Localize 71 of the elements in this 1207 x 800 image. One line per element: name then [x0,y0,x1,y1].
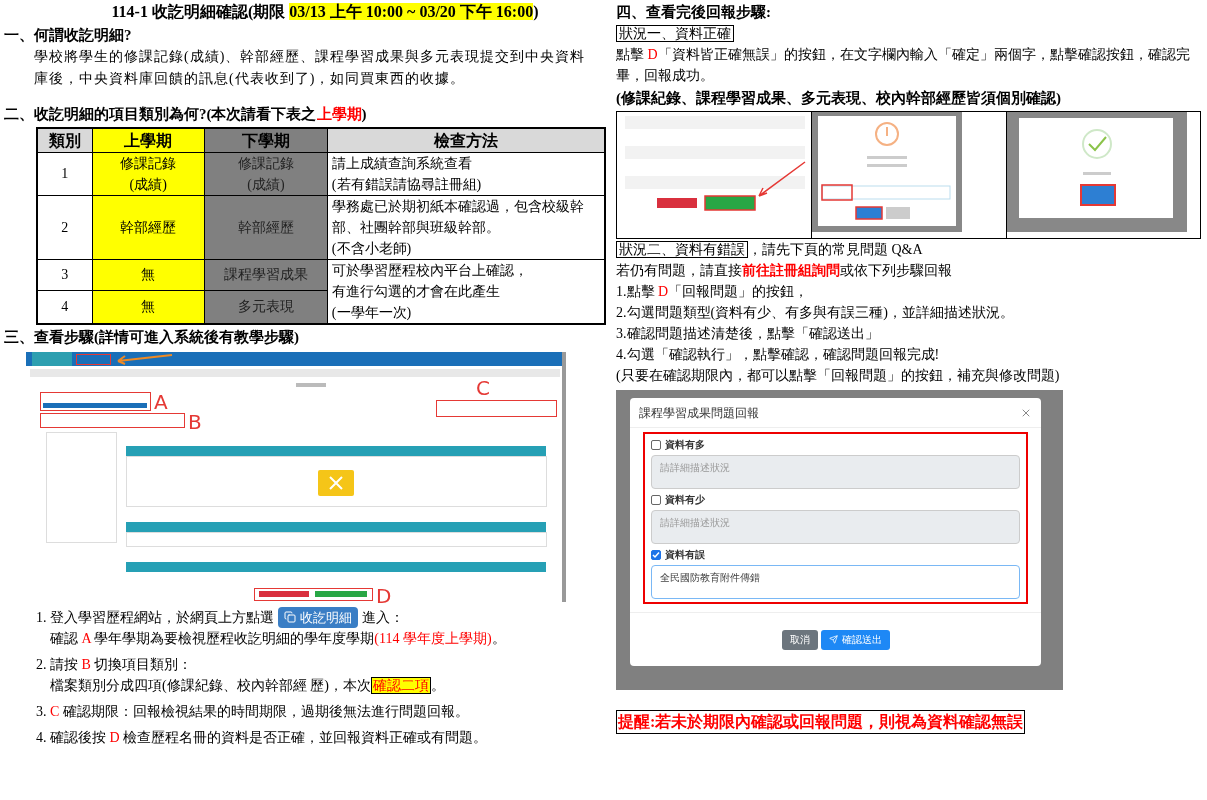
column-header: 類別 [37,128,93,152]
description-field[interactable]: 請詳細描述狀況 [651,510,1020,544]
table-cell-text: (不含小老師) [331,239,413,258]
dialog-title: 課程學習成果問題回報 [639,404,759,422]
link-button[interactable]: 收訖明細 [278,606,358,628]
body-text: 2.勾選問題類型(資料有少、有多與有誤三種)，並詳細描述狀況。 [616,305,1014,320]
body-text: 狀況一、資料正確 [616,25,734,42]
body-text: 4.勾選「確認執行」，點擊確認，確認問題回報完成! [616,347,940,362]
callout-letter: D [376,585,392,606]
list-number: 1. [36,608,48,627]
body-text: 點擊 D「資料皆正確無誤」的按鈕，在文字欄內輸入「確定」兩個字，點擊確認按鈕，確認完畢，回報成功。 [616,47,1190,83]
table-cell-text: (若有錯誤請協尋註冊組) [331,175,483,194]
table-cell-text: (成績) [128,175,168,194]
section-heading: 三、查看步驟(詳情可進入系統後有教學步驟) [4,328,299,345]
description-field[interactable]: 全民國防教育附件傳錯 [651,565,1020,599]
checkbox[interactable] [651,439,661,450]
checkbox[interactable] [651,549,661,560]
table-cell-text: 學務處已於期初紙本確認過，包含校級幹部、社團幹部與班級幹部。 [331,197,585,237]
table-cell-text: 修課記錄 [119,154,178,173]
column-header: 下學期 [204,128,328,152]
table-cell-text: 1 [60,165,70,183]
send-icon [828,635,838,644]
callout-letter: A [154,391,168,412]
reminder-text: 提醒:若未於期限內確認或回報問題，則視為資料確認無誤 [616,710,1026,734]
table-cell-text: 課程學習成果 [222,266,309,285]
section-heading: (修課紀錄、課程學習成果、多元表現、校內幹部經歷皆須個別確認) [616,90,1061,106]
list-number: 4. [36,728,48,747]
step-text: 進入： [362,608,404,627]
table-cell-text: 幹部經歷 [236,218,295,237]
table-cell-text: 幹部經歷 [119,218,178,237]
column-header: 上學期 [92,128,205,152]
step-text: 確認後按 D 檢查歷程名冊的資料是否正確，並回報資料正確或有問題。 [50,728,488,747]
step-text: 請按 B 切換項目類別： [50,655,193,674]
body-text: 學校將學生的修課記錄(成績)、幹部經歷、課程學習成果與多元表現提交到中央資料庫後，中央資料庫回饋的訊息(代表收到了)，如同買東西的收據。 [34,49,586,86]
table-cell-text: 有進行勾選的才會在此產生 [331,282,501,301]
checkbox[interactable] [651,494,661,505]
table-cell-text: (一學年一次) [331,303,413,322]
list-number: 2. [36,655,48,674]
step-text: 登入學習歷程網站，於網頁上方點選 [50,608,274,627]
body-text: (只要在確認期限內，都可以點擊「回報問題」的按鈕，補充與修改問題) [616,368,1060,383]
step-text: C 確認期限：回報檢視結果的時間期限，過期後無法進行問題回報。 [50,702,469,721]
callout-letter: B [188,411,202,432]
cancel-button[interactable]: 取消 [781,629,818,650]
copy-icon [284,611,296,623]
list-number: 3. [36,702,48,721]
checkbox-label: 資料有少 [665,493,705,507]
body-text: 3.確認問題描述清楚後，點擊「確認送出」 [616,326,879,341]
step-text: 確認 A 學年學期為要檢視歷程收訖明細的學年度學期(114 學年度上學期)。 [50,629,506,648]
submit-button[interactable]: 確認送出 [820,629,890,650]
table-cell-text: 無 [140,298,157,317]
description-field[interactable]: 請詳細描述狀況 [651,455,1020,489]
body-text: 1.點擊 D「回報問題」的按鈕， [616,284,809,299]
table-cell-text: (成績) [246,175,286,194]
checkbox-label: 資料有多 [665,438,705,452]
step-text: 檔案類別分成四項(修課紀錄、校內幹部經 歷)，本次 確認二項。 [50,675,445,696]
body-text: 若仍有問題，請直接前往註冊組詢問或依下列步驟回報 [616,263,952,278]
checkbox-label: 資料有誤 [665,548,705,562]
section-heading: 一、何謂收訖明細? [4,27,132,43]
section-heading: 二、收訖明細的項目類別為何?(本次請看下表之上學期) [4,106,367,122]
table-cell-text: 修課記錄 [236,154,295,173]
table-cell-text: 多元表現 [236,298,295,317]
table-cell-text: 可於學習歷程校內平台上確認， [331,261,529,280]
body-text: 狀況二、資料有錯誤 ，請先下頁的常見問題 Q&A [616,241,923,258]
table-cell-text: 3 [60,266,70,285]
section-heading: 四、查看完後回報步驟: [616,4,771,20]
table-cell-text: 無 [140,266,157,285]
table-cell-text: 請上成績查詢系統查看 [331,154,473,173]
table-cell-text: 4 [60,298,70,317]
column-header: 檢查方法 [327,128,605,152]
callout-letter: C [476,377,490,398]
table-cell-text: 2 [60,218,70,237]
